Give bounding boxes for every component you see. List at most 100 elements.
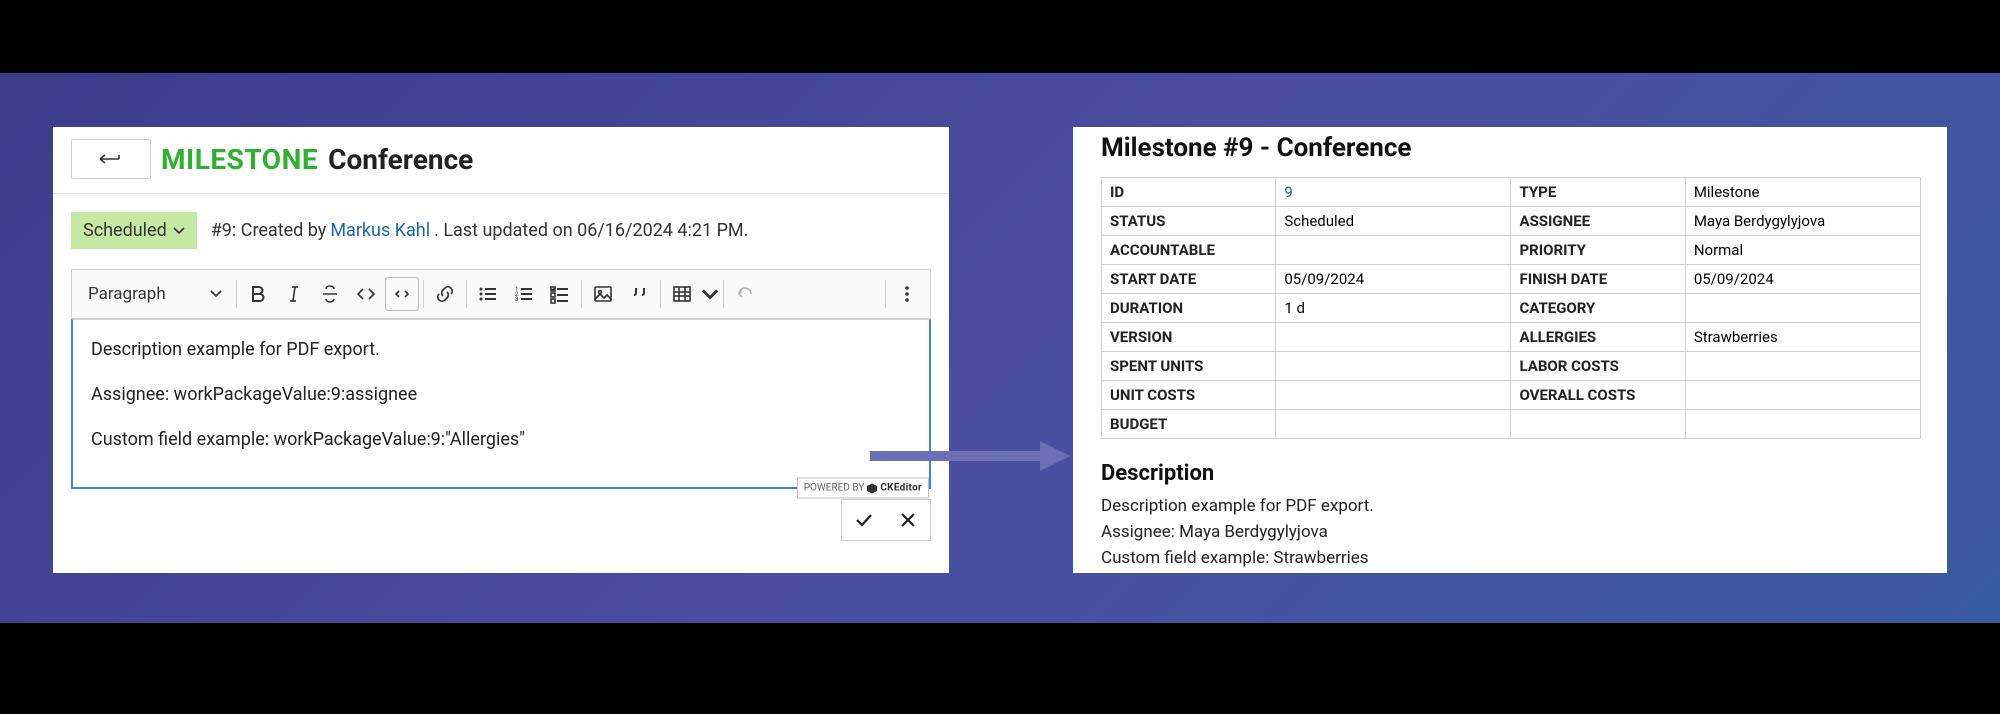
attr-value <box>1276 381 1511 410</box>
toolbar-separator <box>236 280 237 308</box>
attr-value: 05/09/2024 <box>1276 265 1511 294</box>
document-title: Milestone #9 - Conference <box>1101 133 1921 163</box>
attr-value: Strawberries <box>1685 323 1920 352</box>
pdf-preview-panel: Milestone #9 - Conference ID9TYPEMilesto… <box>1073 127 1947 573</box>
table-row: UNIT COSTS OVERALL COSTS <box>1102 381 1921 410</box>
attr-value <box>1276 323 1511 352</box>
attr-value: Normal <box>1685 236 1920 265</box>
attr-value <box>1276 410 1511 439</box>
attr-value: Milestone <box>1685 178 1920 207</box>
paragraph-select[interactable]: Paragraph <box>78 278 232 310</box>
confirm-bar <box>841 499 931 541</box>
attr-value: 05/09/2024 <box>1685 265 1920 294</box>
attr-value <box>1685 381 1920 410</box>
status-badge[interactable]: Scheduled <box>71 212 197 249</box>
attr-label: OVERALL COSTS <box>1511 381 1685 410</box>
chevron-down-icon <box>210 290 222 298</box>
attr-label: ID <box>1102 178 1276 207</box>
toolbar-separator <box>723 280 724 308</box>
table-row: BUDGET <box>1102 410 1921 439</box>
chevron-down-icon <box>173 227 185 235</box>
attr-label: BUDGET <box>1102 410 1276 439</box>
toolbar-separator <box>581 280 582 308</box>
attr-label: VERSION <box>1102 323 1276 352</box>
close-icon <box>898 510 918 530</box>
table-row: ACCOUNTABLE PRIORITYNormal <box>1102 236 1921 265</box>
meta-text: #9: Created by Markus Kahl . Last update… <box>211 220 749 241</box>
cancel-button[interactable] <box>886 500 930 540</box>
description-body: Description example for PDF export. Assi… <box>1101 496 1921 568</box>
attr-label: START DATE <box>1102 265 1276 294</box>
attr-value <box>1685 410 1920 439</box>
code-block-button[interactable] <box>385 277 419 311</box>
editor-textarea[interactable]: Description example for PDF export. Assi… <box>71 319 931 489</box>
back-button[interactable] <box>71 139 151 179</box>
description-line: Description example for PDF export. <box>1101 496 1921 516</box>
todo-list-button[interactable] <box>543 277 577 311</box>
table-row: STATUSScheduledASSIGNEEMaya Berdygylyjov… <box>1102 207 1921 236</box>
description-line: Custom field example: Strawberries <box>1101 548 1921 568</box>
confirm-button[interactable] <box>842 500 886 540</box>
attr-value <box>1276 352 1511 381</box>
attr-value <box>1276 236 1511 265</box>
author-link[interactable]: Markus Kahl <box>330 220 430 241</box>
page-title[interactable]: Conference <box>328 143 473 176</box>
link-button[interactable] <box>428 277 462 311</box>
toolbar-separator <box>423 280 424 308</box>
attr-label: STATUS <box>1102 207 1276 236</box>
check-icon <box>854 510 874 530</box>
attr-value: 1 d <box>1276 294 1511 323</box>
numbered-list-button[interactable]: 123 <box>507 277 541 311</box>
description-line: Assignee: Maya Berdygylyjova <box>1101 522 1921 542</box>
toolbar-separator <box>885 280 886 308</box>
table-row: START DATE05/09/2024FINISH DATE05/09/202… <box>1102 265 1921 294</box>
toolbar-separator <box>466 280 467 308</box>
quote-button[interactable] <box>622 277 656 311</box>
status-label: Scheduled <box>83 220 167 241</box>
editor-line: Description example for PDF export. <box>91 336 911 363</box>
attr-value[interactable]: 9 <box>1276 178 1511 207</box>
table-row: DURATION1 dCATEGORY <box>1102 294 1921 323</box>
bold-button[interactable] <box>241 277 275 311</box>
powered-by-badge[interactable]: POWERED BY CKEditor <box>797 478 929 499</box>
attr-label: ACCOUNTABLE <box>1102 236 1276 265</box>
attr-label: DURATION <box>1102 294 1276 323</box>
svg-text:3: 3 <box>515 296 518 303</box>
table-dropdown[interactable] <box>701 277 719 311</box>
editor-line: Assignee: workPackageValue:9:assignee <box>91 381 911 408</box>
type-label: MILESTONE <box>161 143 318 176</box>
image-button[interactable] <box>586 277 620 311</box>
more-button[interactable] <box>890 277 924 311</box>
editor-line: Custom field example: workPackageValue:9… <box>91 426 911 453</box>
attr-value <box>1685 294 1920 323</box>
arrow-icon <box>870 436 1070 476</box>
attr-value <box>1685 352 1920 381</box>
table-row: ID9TYPEMilestone <box>1102 178 1921 207</box>
back-arrow-icon <box>99 154 123 164</box>
meta-row: Scheduled #9: Created by Markus Kahl . L… <box>53 194 949 269</box>
attr-label: UNIT COSTS <box>1102 381 1276 410</box>
attr-label: ASSIGNEE <box>1511 207 1685 236</box>
undo-button[interactable] <box>728 277 762 311</box>
table-row: VERSION ALLERGIESStrawberries <box>1102 323 1921 352</box>
attr-label <box>1511 410 1685 439</box>
attr-value: Maya Berdygylyjova <box>1685 207 1920 236</box>
header-row: MILESTONE Conference <box>53 127 949 194</box>
editor-wrap: Paragraph 123 <box>71 269 931 489</box>
attr-label: TYPE <box>1511 178 1685 207</box>
table-row: SPENT UNITSLABOR COSTS <box>1102 352 1921 381</box>
attr-label: LABOR COSTS <box>1511 352 1685 381</box>
code-button[interactable] <box>349 277 383 311</box>
attr-label: PRIORITY <box>1511 236 1685 265</box>
attr-label: FINISH DATE <box>1511 265 1685 294</box>
table-button[interactable] <box>665 277 699 311</box>
attr-label: ALLERGIES <box>1511 323 1685 352</box>
editor-panel: MILESTONE Conference Scheduled #9: Creat… <box>53 127 949 573</box>
editor-toolbar: Paragraph 123 <box>71 269 931 319</box>
description-heading: Description <box>1101 461 1921 486</box>
italic-button[interactable] <box>277 277 311 311</box>
attr-value: Scheduled <box>1276 207 1511 236</box>
strikethrough-button[interactable] <box>313 277 347 311</box>
bullet-list-button[interactable] <box>471 277 505 311</box>
toolbar-separator <box>660 280 661 308</box>
